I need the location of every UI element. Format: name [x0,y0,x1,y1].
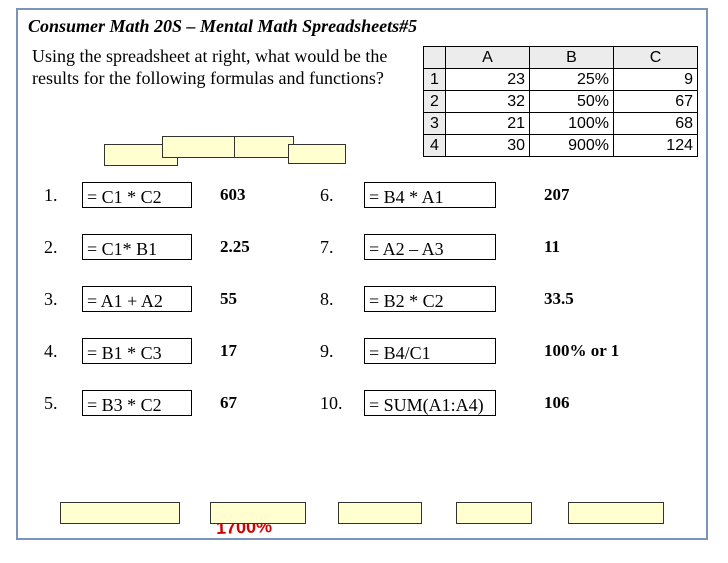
answer: 2.25 [220,234,290,260]
cell: 32 [446,91,530,113]
sheet-corner [424,47,446,69]
yellow-box [234,136,294,158]
formula-box: = B3 * C2 [82,390,192,416]
yellow-box [288,144,346,164]
cell: 30 [446,135,530,157]
row-header: 2 [424,91,446,113]
col-header: A [446,47,530,69]
q-number: 6. [320,182,352,208]
yellow-box [210,502,306,524]
page-title: Consumer Math 20S – Mental Math Spreadsh… [28,16,417,37]
formula-box: = B1 * C3 [82,338,192,364]
cell: 124 [614,135,698,157]
decorative-boxes-top [104,136,340,170]
formula-box: = C1 * C2 [82,182,192,208]
yellow-box [568,502,664,524]
q-number: 7. [320,234,352,260]
answer: 100% or 1 [544,338,664,364]
q-number: 10. [320,390,352,416]
formula-box: = C1* B1 [82,234,192,260]
formula-box: = A1 + A2 [82,286,192,312]
yellow-box [60,502,180,524]
question-row: 5. = B3 * C2 67 10. = SUM(A1:A4) 106 [44,390,684,426]
row-header: 4 [424,135,446,157]
cell: 100% [530,113,614,135]
row-header: 3 [424,113,446,135]
answer: 67 [220,390,290,416]
row-header: 1 [424,69,446,91]
question-row: 3. = A1 + A2 55 8. = B2 * C2 33.5 [44,286,684,322]
cell: 67 [614,91,698,113]
answer: 33.5 [544,286,664,312]
q-number: 8. [320,286,352,312]
questions-area: 1. = C1 * C2 603 6. = B4 * A1 207 2. = C… [44,182,686,502]
col-header: C [614,47,698,69]
cell: 9 [614,69,698,91]
formula-box: = B4/C1 [364,338,496,364]
q-number: 4. [44,338,74,364]
answer: 11 [544,234,664,260]
answer: 207 [544,182,664,208]
yellow-box [456,502,532,524]
question-row: 2. = C1* B1 2.25 7. = A2 – A3 11 [44,234,684,270]
formula-box: = A2 – A3 [364,234,496,260]
cell: 23 [446,69,530,91]
q-number: 3. [44,286,74,312]
question-row: 1. = C1 * C2 603 6. = B4 * A1 207 [44,182,684,218]
cell: 68 [614,113,698,135]
cell: 50% [530,91,614,113]
yellow-box [338,502,422,524]
q-number: 1. [44,182,74,208]
cell: 21 [446,113,530,135]
col-header: B [530,47,614,69]
answer: 603 [220,182,290,208]
answer: 55 [220,286,290,312]
instructions-text: Using the spreadsheet at right, what wou… [32,46,392,89]
q-number: 5. [44,390,74,416]
question-row: 4. = B1 * C3 17 9. = B4/C1 100% or 1 170… [44,338,684,374]
cell: 25% [530,69,614,91]
formula-box: = B2 * C2 [364,286,496,312]
q-number: 9. [320,338,352,364]
formula-box: = B4 * A1 [364,182,496,208]
worksheet-page: Consumer Math 20S – Mental Math Spreadsh… [16,8,708,540]
spreadsheet-table: A B C 1 23 25% 9 2 32 50% 67 3 21 100% 6… [423,46,698,157]
cell: 900% [530,135,614,157]
formula-box: = SUM(A1:A4) [364,390,496,416]
yellow-box [162,136,236,158]
answer: 106 [544,390,664,416]
answer: 17 [220,338,290,364]
q-number: 2. [44,234,74,260]
